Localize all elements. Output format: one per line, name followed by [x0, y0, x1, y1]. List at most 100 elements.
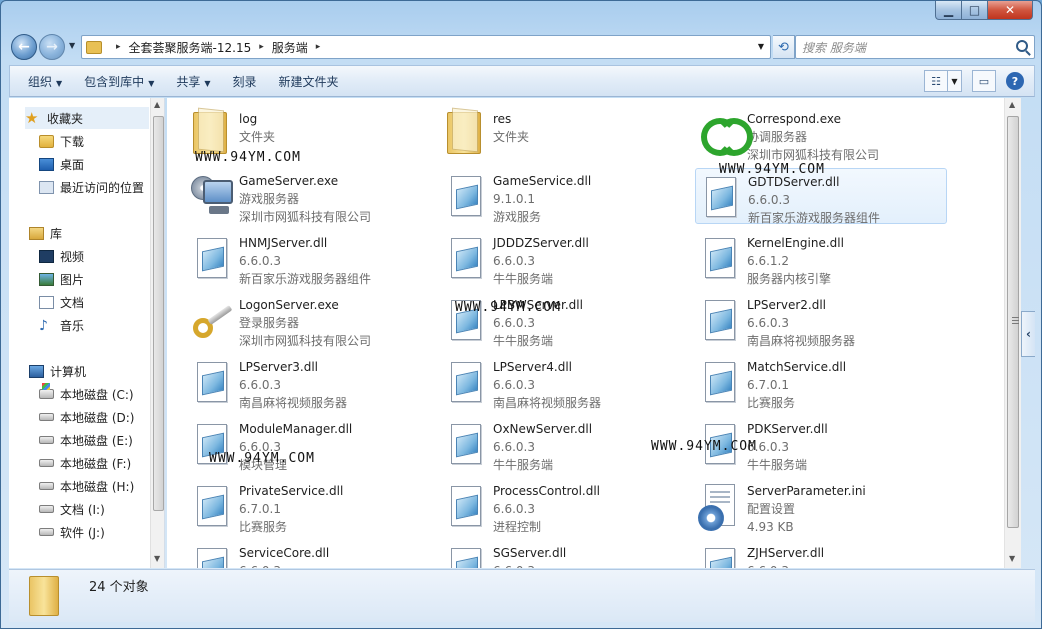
scroll-thumb[interactable]: [153, 116, 164, 511]
chevron-left-icon[interactable]: ‹: [1021, 311, 1035, 357]
file-type: 游戏服务器: [239, 192, 300, 206]
file-item[interactable]: LPServer4.dll 6.6.0.3 南昌麻将视频服务器: [441, 354, 693, 410]
search-icon[interactable]: [1016, 40, 1028, 52]
sidebar-item-desktop[interactable]: 桌面: [39, 153, 164, 175]
change-view-icon[interactable]: ☷: [924, 70, 948, 92]
file-text: GDTDServer.dll 6.6.0.3 新百家乐游戏服务器组件: [748, 169, 880, 227]
scroll-down-icon[interactable]: ▼: [154, 554, 160, 563]
file-description: 新百家乐游戏服务器组件: [239, 272, 372, 286]
file-item[interactable]: JDDDZServer.dll 6.6.0.3 牛牛服务端: [441, 230, 693, 286]
sidebar-item-drive-c[interactable]: 本地磁盘 (C:): [39, 383, 164, 405]
sidebar-label: 下载: [60, 134, 85, 149]
sidebar-item-downloads[interactable]: 下载: [39, 130, 164, 152]
file-type: 6.6.0.3: [493, 502, 535, 516]
sidebar-item-documents[interactable]: 文档: [39, 291, 164, 313]
file-item[interactable]: Correspond.exe 协调服务器 深圳市网狐科技有限公司: [695, 106, 947, 162]
breadcrumb-separator[interactable]: ▸: [259, 42, 264, 52]
hard-drive-icon: [39, 436, 54, 444]
sidebar-item-drive-j[interactable]: 软件 (J:): [39, 521, 164, 543]
sidebar-item-recent[interactable]: 最近访问的位置: [39, 176, 164, 198]
sidebar-item-drive-f[interactable]: 本地磁盘 (F:): [39, 452, 164, 474]
file-item[interactable]: ServerParameter.ini 配置设置 4.93 KB: [695, 478, 947, 534]
sidebar-item-computer[interactable]: 计算机: [29, 360, 164, 382]
sidebar-item-drive-d[interactable]: 本地磁盘 (D:): [39, 406, 164, 428]
sidebar-item-pictures[interactable]: 图片: [39, 268, 164, 290]
file-item[interactable]: LPServer2.dll 6.6.0.3 南昌麻将视频服务器: [695, 292, 947, 348]
close-button[interactable]: ✕: [988, 1, 1033, 20]
sidebar-item-music[interactable]: ♪ 音乐: [39, 314, 164, 336]
file-name: KernelEngine.dll: [747, 236, 844, 250]
scroll-down-icon[interactable]: ▼: [1009, 554, 1015, 563]
sidebar-item-drive-i[interactable]: 文档 (I:): [39, 498, 164, 520]
file-text: ZJHServer.dll 6.6.0.3: [747, 540, 824, 568]
dll-icon: [441, 480, 493, 532]
file-item[interactable]: HNMJServer.dll 6.6.0.3 新百家乐游戏服务器组件: [187, 230, 439, 286]
file-item[interactable]: SGServer.dll 6.6.0.3: [441, 540, 693, 568]
maximize-button[interactable]: □: [962, 1, 988, 20]
view-dropdown-icon[interactable]: ▼: [948, 70, 962, 92]
file-text: LPServer2.dll 6.6.0.3 南昌麻将视频服务器: [747, 292, 855, 350]
file-name: SGServer.dll: [493, 546, 567, 560]
burn-button[interactable]: 刻录: [225, 73, 271, 90]
scroll-up-icon[interactable]: ▲: [154, 100, 160, 109]
breadcrumb-item[interactable]: 全套荟聚服务端-12.15: [129, 39, 252, 56]
search-input[interactable]: 搜索 服务端: [795, 35, 1035, 59]
details-pane: 24 个对象: [9, 569, 1035, 622]
file-item[interactable]: res 文件夹: [441, 106, 693, 162]
file-description: 牛牛服务端: [747, 458, 808, 472]
breadcrumb-separator[interactable]: ▸: [316, 42, 321, 52]
share-menu[interactable]: 共享 ▼: [168, 73, 224, 90]
file-item[interactable]: GameServer.exe 游戏服务器 深圳市网狐科技有限公司: [187, 168, 439, 224]
help-icon[interactable]: ?: [1006, 72, 1024, 90]
breadcrumb-separator[interactable]: ▸: [116, 42, 121, 52]
file-description: 比赛服务: [747, 396, 796, 410]
preview-pane-icon[interactable]: ▭: [972, 70, 996, 92]
sidebar-item-favorites[interactable]: ★ 收藏夹: [25, 107, 149, 129]
sidebar-item-drive-e[interactable]: 本地磁盘 (E:): [39, 429, 164, 451]
window-caption-buttons: ▁ □ ✕: [935, 1, 1033, 20]
forward-arrow-icon[interactable]: →: [39, 34, 65, 60]
file-name: JDDDZServer.dll: [493, 236, 589, 250]
organize-menu[interactable]: 组织 ▼: [20, 73, 76, 90]
navigation-scrollbar[interactable]: ▲ ▼: [150, 98, 164, 568]
address-bar[interactable]: ▸ 全套荟聚服务端-12.15 ▸ 服务端 ▸ ▼: [81, 35, 771, 59]
sidebar-item-drive-h[interactable]: 本地磁盘 (H:): [39, 475, 164, 497]
file-item[interactable]: LogonServer.exe 登录服务器 深圳市网狐科技有限公司: [187, 292, 439, 348]
watermark-text: WWW.94YM.COM: [455, 300, 561, 315]
file-type: 6.6.0.3: [239, 254, 281, 268]
content-scrollbar[interactable]: ▲ ▼: [1004, 98, 1021, 568]
breadcrumb-item[interactable]: 服务端: [272, 39, 308, 56]
file-item[interactable]: MatchService.dll 6.7.0.1 比赛服务: [695, 354, 947, 410]
scroll-up-icon[interactable]: ▲: [1009, 100, 1015, 109]
minimize-button[interactable]: ▁: [935, 1, 962, 20]
file-item[interactable]: PrivateService.dll 6.7.0.1 比赛服务: [187, 478, 439, 534]
chevron-down-icon[interactable]: ▼: [758, 42, 764, 51]
dll-icon: [695, 356, 747, 408]
file-item[interactable]: GameService.dll 9.1.0.1 游戏服务: [441, 168, 693, 224]
star-icon: ★: [25, 108, 39, 127]
include-in-library-menu[interactable]: 包含到库中 ▼: [76, 73, 168, 90]
dll-icon: [187, 480, 239, 532]
file-item[interactable]: LPServer3.dll 6.6.0.3 南昌麻将视频服务器: [187, 354, 439, 410]
file-item[interactable]: ServiceCore.dll 6.6.0.3: [187, 540, 439, 568]
refresh-icon[interactable]: ⟲: [773, 35, 795, 59]
scroll-thumb[interactable]: [1007, 116, 1019, 528]
watermark-text: WWW.94YM.COM: [195, 150, 301, 165]
sidebar-label: 计算机: [50, 364, 87, 379]
new-folder-button[interactable]: 新建文件夹: [271, 73, 353, 90]
file-name: PDKServer.dll: [747, 422, 828, 436]
command-bar: 组织 ▼ 包含到库中 ▼ 共享 ▼ 刻录 新建文件夹 ☷ ▼ ▭ ?: [9, 65, 1035, 97]
file-name: MatchService.dll: [747, 360, 847, 374]
history-dropdown-icon[interactable]: ▼: [69, 41, 75, 50]
file-item[interactable]: ZJHServer.dll 6.6.0.3: [695, 540, 947, 568]
file-item[interactable]: ProcessControl.dll 6.6.0.3 进程控制: [441, 478, 693, 534]
hard-drive-icon: [39, 459, 54, 467]
file-text: MatchService.dll 6.7.0.1 比赛服务: [747, 354, 846, 412]
dll-icon: [441, 232, 493, 284]
back-arrow-icon[interactable]: ←: [11, 34, 37, 60]
sidebar-label: 本地磁盘 (C:): [60, 387, 134, 402]
file-name: OxNewServer.dll: [493, 422, 593, 436]
sidebar-item-libraries[interactable]: 库: [29, 222, 164, 244]
sidebar-item-videos[interactable]: 视频: [39, 245, 164, 267]
file-item[interactable]: KernelEngine.dll 6.6.1.2 服务器内核引擎: [695, 230, 947, 286]
